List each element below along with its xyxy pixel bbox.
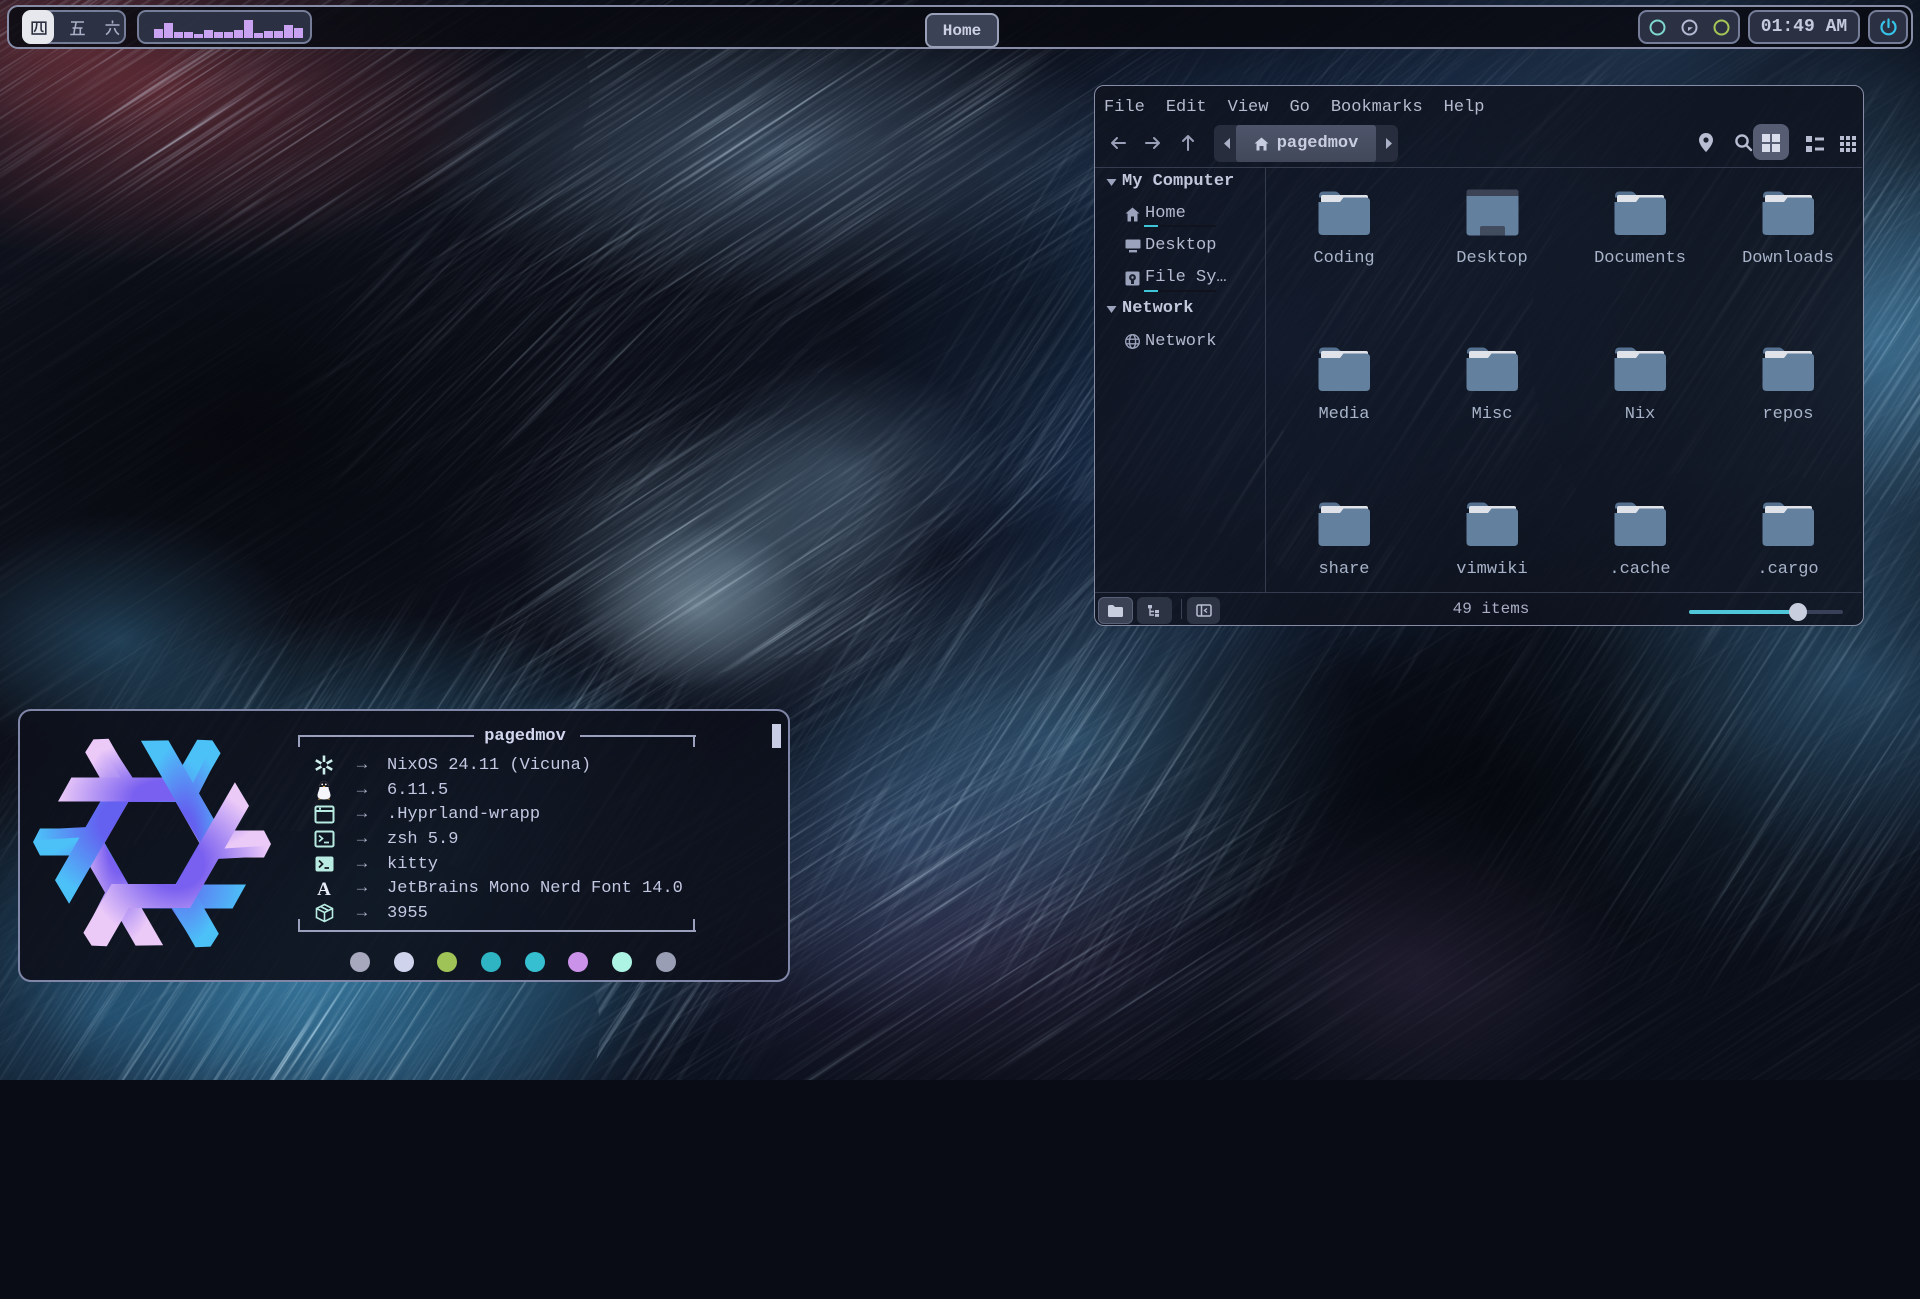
svg-text:A: A — [317, 879, 331, 899]
